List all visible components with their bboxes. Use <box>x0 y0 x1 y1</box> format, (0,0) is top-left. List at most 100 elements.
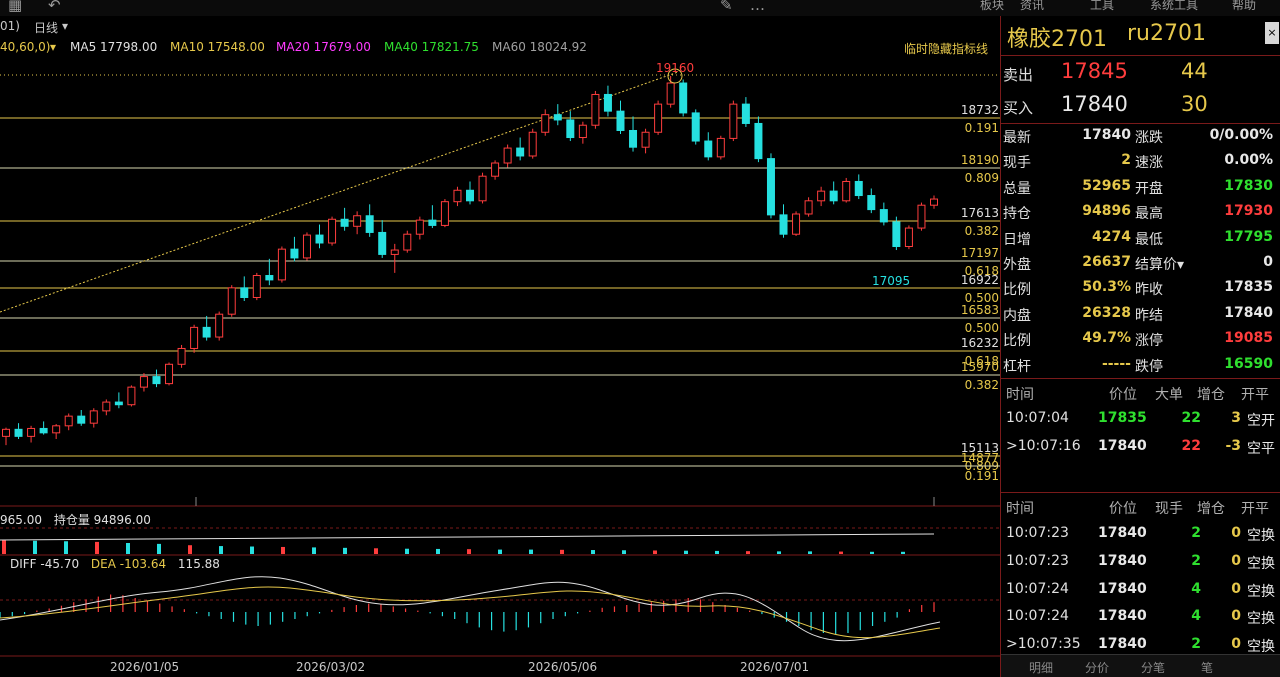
close-icon[interactable]: × <box>1265 22 1279 44</box>
candle-body <box>679 82 688 114</box>
candle-body <box>277 248 286 281</box>
macd-panel-label: DIFF -45.70 DEA -103.64 115.88 <box>10 557 220 571</box>
tab-trades[interactable]: 分笔 <box>1141 659 1165 676</box>
candle-body <box>152 376 161 385</box>
fib-ratio: 0.191 <box>965 121 999 135</box>
header-open-close: 开平 <box>1241 501 1269 517</box>
candle-body <box>691 112 700 142</box>
ma-params[interactable]: 40,60,0) <box>0 40 50 54</box>
candle-body <box>428 219 437 226</box>
candle-body <box>353 215 362 227</box>
quote-row: 内盘 26328 昨结 17840 <box>1001 302 1280 327</box>
order-type: 空开 <box>1247 413 1275 429</box>
tab-price-distribution[interactable]: 分价 <box>1085 659 1109 676</box>
candle-body <box>854 180 863 197</box>
tick-oi-change: 0 <box>1231 552 1241 569</box>
big-order-row[interactable]: 10:07:04 17835 22 3 空开 <box>1001 406 1280 432</box>
candle-body <box>227 287 236 315</box>
ask-label: 卖出 <box>1003 66 1034 84</box>
tick-row[interactable]: 10:07:23 17840 2 0 空换 <box>1001 521 1280 547</box>
quote-label[interactable]: 结算价▾ <box>1135 254 1184 274</box>
volume-bar <box>901 551 905 554</box>
candle-body <box>64 415 73 427</box>
fib-price: 14877 <box>961 451 999 465</box>
menu-tools[interactable]: 工具 <box>1090 0 1114 13</box>
big-order-row[interactable]: >10:07:16 17840 22 -3 空平 <box>1001 434 1280 460</box>
candle-body <box>52 425 61 434</box>
volume-bar <box>684 550 688 554</box>
contract-code: ru2701 <box>1127 21 1206 46</box>
ask-price[interactable]: 17845 <box>1061 59 1128 83</box>
quote-label: 持仓 <box>1003 206 1031 223</box>
candle-body <box>930 198 938 206</box>
volume-bar <box>343 547 347 554</box>
quote-row: 杠杆 ----- 跌停 16590 <box>1001 353 1280 378</box>
quote-value: 4274 <box>1092 228 1131 245</box>
fib-price: 17613 <box>961 206 999 220</box>
candle-body <box>792 213 801 235</box>
candle-body <box>340 218 349 227</box>
quote-value: 17830 <box>1224 177 1273 194</box>
tick-volume: 2 <box>1191 525 1201 541</box>
quote-row: 比例 50.3% 昨收 17835 <box>1001 276 1280 301</box>
volume-bars <box>0 533 935 554</box>
quote-value: 26328 <box>1082 304 1131 321</box>
tick-row[interactable]: 10:07:24 17840 4 0 空换 <box>1001 604 1280 630</box>
volume-bar <box>126 543 130 554</box>
tick-row[interactable]: 10:07:23 17840 2 0 空换 <box>1001 549 1280 575</box>
menu-news[interactable]: 资讯 <box>1020 0 1044 13</box>
chevron-down-icon[interactable]: ▾ <box>50 40 56 54</box>
volume-bar <box>839 551 843 554</box>
quote-value: 17840 <box>1224 304 1273 321</box>
quote-value: 50.3% <box>1082 279 1131 296</box>
oi-line <box>0 533 935 541</box>
menu-system-tools[interactable]: 系统工具 <box>1150 0 1198 13</box>
period-select[interactable]: 日线 <box>34 19 58 36</box>
tick-volume: 4 <box>1191 580 1201 597</box>
menu-help[interactable]: 帮助 <box>1232 0 1256 13</box>
volume-bar <box>2 540 6 554</box>
period-bar: 01) 日线 ▾ <box>0 16 1000 36</box>
tick-row[interactable]: 10:07:24 17840 4 0 空换 <box>1001 577 1280 603</box>
quote-value: 0 <box>1263 254 1273 270</box>
quote-label: 内盘 <box>1003 307 1031 324</box>
tick-oi-change: 0 <box>1231 608 1241 625</box>
tick-volume: 2 <box>1191 636 1201 653</box>
tick-type: 空换 <box>1247 611 1275 628</box>
candle-body <box>403 233 412 251</box>
quote-row: 日增 4274 最低 17795 <box>1001 226 1280 251</box>
candle-body <box>440 201 449 226</box>
volume-bar <box>157 543 161 554</box>
candle-body <box>165 363 174 385</box>
candle-body <box>190 326 199 349</box>
open-interest: 持仓量 94896.00 <box>53 513 151 527</box>
ma10-value: MA10 17548.00 <box>170 40 265 54</box>
bid-volume: 30 <box>1181 92 1208 116</box>
candle-body <box>578 124 587 139</box>
quote-label: 现手 <box>1003 155 1031 172</box>
hide-indicator-button[interactable]: 临时隐藏指标线 <box>904 40 988 57</box>
bid-row: 买入 17840 30 <box>1001 89 1280 123</box>
chevron-down-icon[interactable]: ▾ <box>62 19 68 33</box>
tick-time: 10:07:24 <box>1006 608 1069 625</box>
tab-detail[interactable]: 明细 <box>1029 659 1053 676</box>
tab-more[interactable]: 笔 <box>1201 659 1213 676</box>
ma20-value: MA20 17679.00 <box>276 40 371 54</box>
candle-body <box>917 204 926 229</box>
quote-row: 现手 2 速涨 0.00% <box>1001 149 1280 174</box>
candle-body <box>754 122 763 160</box>
tick-price: 17840 <box>1098 525 1147 541</box>
candle-body <box>503 147 512 164</box>
kline-chart[interactable]: 187320.191181900.809176130.382171970.618… <box>0 0 1000 677</box>
quote-value: 17930 <box>1224 203 1273 220</box>
fib-price: 18732 <box>961 103 999 117</box>
quote-value: 26637 <box>1082 254 1131 270</box>
bid-price[interactable]: 17840 <box>1061 92 1128 116</box>
candle-body <box>89 410 98 424</box>
volume-bar <box>95 541 99 554</box>
candle-body <box>553 114 562 121</box>
volume-bar <box>33 540 37 554</box>
fib-price: 16232 <box>961 336 999 350</box>
quote-label: 涨停 <box>1135 333 1163 350</box>
header-oi-change: 增仓 <box>1197 387 1225 403</box>
